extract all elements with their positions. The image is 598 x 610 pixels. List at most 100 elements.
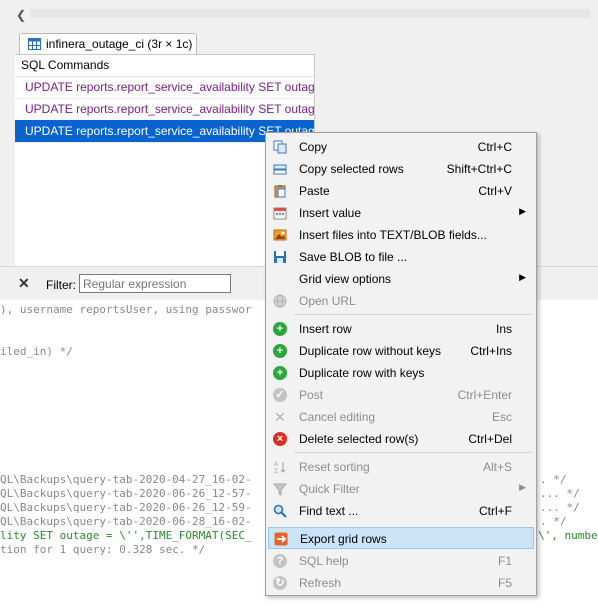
menu-item-label: Cancel editing (299, 410, 376, 424)
grid-table-icon (28, 38, 41, 50)
copy-icon (273, 140, 287, 154)
menu-item-label: Quick Filter (299, 482, 360, 496)
menu-item-label: Insert row (299, 322, 352, 336)
menu-item-export-grid-rows[interactable]: Export grid rows (268, 527, 534, 549)
grid-left-gutter (0, 54, 15, 266)
menu-separator (294, 452, 532, 453)
save-icon (274, 251, 286, 263)
menu-item-copy[interactable]: Copy Ctrl+C (268, 136, 534, 158)
sort-icon: A Z (274, 462, 286, 474)
refresh-icon: ↻ (273, 576, 287, 590)
filter-icon (273, 483, 287, 496)
menu-item-shortcut: Ctrl+Del (468, 432, 512, 446)
submenu-arrow-icon: ▶ (519, 272, 526, 282)
menu-item-copy-selected-rows[interactable]: Copy selected rows Shift+Ctrl+C (268, 158, 534, 180)
menu-item-label: Reset sorting (299, 460, 370, 474)
log-line-fragment: ... */ (540, 487, 580, 500)
menu-item-paste[interactable]: Paste Ctrl+V (268, 180, 534, 202)
menu-separator (294, 314, 532, 315)
menu-item-label: Copy (299, 140, 328, 154)
menu-item-insert-value[interactable]: Insert value ▶ (268, 202, 534, 224)
menu-item-shortcut: Esc (491, 410, 512, 424)
table-row[interactable]: UPDATE reports.report_service_availabili… (15, 76, 314, 99)
log-line: QL\Backups\query-tab-2020-06-26_12-59- (0, 501, 252, 514)
menu-item-duplicate-row-without-keys[interactable]: + Duplicate row without keys Ctrl+Ins (268, 340, 534, 362)
delete-icon: × (273, 432, 287, 446)
menu-item-quick-filter[interactable]: Quick Filter ▶ (268, 478, 534, 500)
cell-value: UPDATE reports.report_service_availabili… (25, 80, 314, 94)
log-line: iled_in) */ (0, 345, 73, 358)
log-line-fragment: ... */ (540, 501, 580, 514)
scroll-left-arrow-icon[interactable]: ❮ (16, 8, 26, 22)
log-line: QL\Backups\query-tab-2020-06-26_12-57- (0, 487, 252, 500)
svg-text:A: A (274, 462, 278, 468)
log-line-fragment: \', numbe (538, 529, 598, 542)
export-icon (274, 532, 288, 546)
image-icon (273, 229, 287, 241)
menu-item-shortcut: Ctrl+V (478, 184, 512, 198)
log-line-fragment: . */ (540, 473, 567, 486)
menu-item-label: Grid view options (299, 272, 392, 286)
cross-icon: ✕ (274, 409, 286, 425)
globe-icon (273, 294, 287, 308)
menu-item-shortcut: Alt+S (482, 460, 512, 474)
menu-item-shortcut: Ins (495, 322, 512, 336)
menu-item-label: Paste (299, 184, 330, 198)
menu-item-label: Duplicate row with keys (299, 366, 425, 380)
log-line: lity SET outage = \'',TIME_FORMAT(SEC_ (0, 529, 252, 542)
menu-item-label: Duplicate row without keys (299, 344, 442, 358)
grid-context-menu: Copy Ctrl+C Copy selected rows Shift+Ctr… (265, 132, 537, 596)
submenu-arrow-icon: ▶ (519, 482, 526, 492)
menu-item-label: Export grid rows (300, 532, 387, 546)
menu-item-label: Insert value (299, 206, 362, 220)
menu-item-label: Open URL (299, 294, 356, 308)
menu-item-label: Refresh (299, 576, 342, 590)
scrollbar-track[interactable] (30, 9, 590, 18)
menu-item-shortcut: F1 (497, 554, 512, 568)
menu-item-label: Delete selected row(s) (299, 432, 419, 446)
tab-label: infinera_outage_ci (3r × 1c) (46, 37, 193, 51)
menu-item-post[interactable]: ✓ Post Ctrl+Enter (268, 384, 534, 406)
cell-value: UPDATE reports.report_service_availabili… (25, 102, 314, 116)
plus-icon: + (273, 322, 287, 336)
menu-item-refresh[interactable]: ↻ Refresh F5 (268, 572, 534, 594)
copy-rows-icon (273, 164, 287, 175)
paste-icon (274, 185, 286, 198)
menu-item-shortcut: Ctrl+F (479, 504, 512, 518)
filter-input[interactable] (79, 274, 231, 293)
calendar-icon (273, 207, 287, 220)
menu-item-insert-row[interactable]: + Insert row Ins (268, 318, 534, 340)
menu-item-shortcut: Shift+Ctrl+C (446, 162, 512, 176)
menu-item-sql-help[interactable]: ? SQL help F1 (268, 550, 534, 572)
log-line: QL\Backups\query-tab-2020-04-27_16-02- (0, 473, 252, 486)
submenu-arrow-icon: ▶ (519, 206, 526, 216)
close-filter-icon[interactable]: ✕ (18, 275, 30, 292)
plus-icon: + (273, 366, 287, 380)
plus-icon: + (273, 344, 287, 358)
menu-item-label: Copy selected rows (299, 162, 404, 176)
menu-item-label: Post (299, 388, 324, 402)
menu-item-save-blob[interactable]: Save BLOB to file ... (268, 246, 534, 268)
column-header-sql-commands[interactable]: SQL Commands (15, 55, 314, 77)
menu-item-grid-view-options[interactable]: Grid view options ▶ (268, 268, 534, 290)
menu-item-shortcut: Ctrl+Enter (457, 388, 512, 402)
check-icon: ✓ (273, 388, 287, 402)
menu-item-label: Insert files into TEXT/BLOB fields... (299, 228, 487, 242)
menu-item-shortcut: F5 (497, 576, 512, 590)
menu-item-duplicate-row-with-keys[interactable]: + Duplicate row with keys (268, 362, 534, 384)
tab-result-grid[interactable]: infinera_outage_ci (3r × 1c) (19, 33, 197, 55)
menu-item-insert-files[interactable]: Insert files into TEXT/BLOB fields... (268, 224, 534, 246)
menu-item-label: Find text ... (299, 504, 359, 518)
menu-item-reset-sorting[interactable]: A Z Reset sorting Alt+S (268, 456, 534, 478)
menu-item-shortcut: Ctrl+C (477, 140, 512, 154)
log-line: tion for 1 query: 0.328 sec. */ (0, 543, 206, 556)
table-row[interactable]: UPDATE reports.report_service_availabili… (15, 98, 314, 121)
column-header-label: SQL Commands (21, 58, 110, 72)
menu-item-shortcut: Ctrl+Ins (470, 344, 512, 358)
menu-item-find-text[interactable]: Find text ... Ctrl+F (268, 500, 534, 522)
menu-item-label: SQL help (299, 554, 349, 568)
menu-item-delete-selected-rows[interactable]: × Delete selected row(s) Ctrl+Del (268, 428, 534, 450)
log-line-fragment: . */ (540, 515, 567, 528)
menu-item-open-url[interactable]: Open URL (268, 290, 534, 312)
menu-item-cancel-editing[interactable]: ✕ Cancel editing Esc (268, 406, 534, 428)
